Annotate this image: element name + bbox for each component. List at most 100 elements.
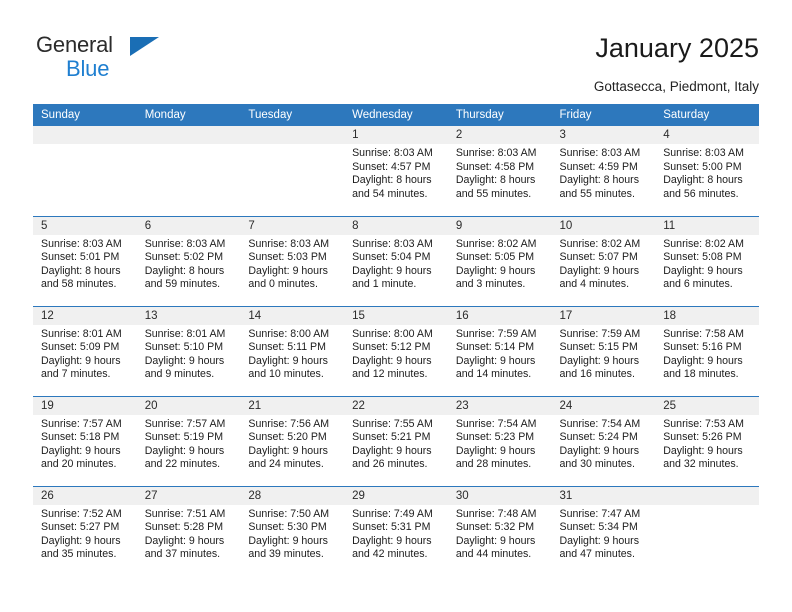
sunset-time: Sunset: 5:18 PM: [41, 431, 120, 444]
daylight-duration-line2: and 44 minutes.: [455, 548, 532, 561]
day-number: [33, 126, 137, 144]
sunrise-time: Sunrise: 7:59 AM: [455, 327, 537, 340]
calendar-day-cell[interactable]: 23 Sunrise: 7:54 AM Sunset: 5:23 PM Dayligh…: [447, 395, 552, 486]
sunset-time: Sunset: 5:07 PM: [559, 251, 638, 264]
day-number: 16: [447, 306, 552, 325]
calendar-day-cell[interactable]: 2 Sunrise: 8:03 AM Sunset: 4:58 PM Daylight…: [447, 126, 552, 216]
day-number: 14: [240, 306, 345, 325]
sunrise-time: Sunrise: 8:03 AM: [352, 237, 433, 250]
calendar-day-cell[interactable]: 21 Sunrise: 7:56 AM Sunset: 5:20 PM Dayligh…: [240, 395, 345, 486]
calendar-day-cell[interactable]: 28 Sunrise: 7:50 AM Sunset: 5:30 PM Dayligh…: [240, 485, 345, 576]
sunrise-time: Sunrise: 7:49 AM: [352, 507, 433, 520]
sunrise-time: Sunrise: 8:03 AM: [663, 147, 744, 159]
calendar-day-cell[interactable]: 18 Sunrise: 7:58 AM Sunset: 5:16 PM Dayligh…: [655, 305, 759, 396]
weekday-header-saturday: Saturday: [655, 104, 759, 126]
calendar-week-row: 1 Sunrise: 8:03 AM Sunset: 4:57 PM Daylight…: [33, 126, 759, 216]
daylight-duration-line1: Daylight: 9 hours: [663, 264, 743, 277]
calendar-day-cell[interactable]: 13 Sunrise: 8:01 AM Sunset: 5:10 PM Dayligh…: [136, 305, 241, 396]
sunrise-time: Sunrise: 7:56 AM: [248, 417, 330, 430]
day-number: 5: [33, 216, 137, 235]
daylight-duration-line1: Daylight: 9 hours: [559, 444, 640, 457]
day-details: Sunrise: 7:59 AM Sunset: 5:15 PM Daylight:…: [552, 325, 656, 382]
daylight-duration-line2: and 58 minutes.: [41, 278, 117, 291]
daylight-duration-line1: Daylight: 8 hours: [144, 264, 225, 277]
calendar-day-cell[interactable]: 7 Sunrise: 8:03 AM Sunset: 5:03 PM Daylight…: [240, 215, 345, 306]
daylight-duration-line2: and 0 minutes.: [248, 278, 318, 291]
calendar-day-cell[interactable]: 24 Sunrise: 7:54 AM Sunset: 5:24 PM Dayligh…: [551, 395, 656, 486]
daylight-duration-line1: Daylight: 9 hours: [352, 534, 432, 547]
daylight-duration-line1: Daylight: 9 hours: [248, 444, 328, 457]
daylight-duration-line2: and 28 minutes.: [455, 458, 532, 471]
daylight-duration-line2: and 55 minutes.: [559, 187, 635, 200]
daylight-duration-line1: Daylight: 9 hours: [559, 534, 640, 547]
day-number: 31: [551, 486, 656, 505]
calendar-day-cell[interactable]: 15 Sunrise: 8:00 AM Sunset: 5:12 PM Dayligh…: [344, 305, 448, 396]
day-number: 24: [551, 396, 656, 415]
calendar-day-cell[interactable]: 16 Sunrise: 7:59 AM Sunset: 5:14 PM Dayligh…: [447, 305, 552, 396]
logo-text-blue: Blue: [66, 56, 110, 81]
daylight-duration-line2: and 47 minutes.: [559, 548, 635, 561]
calendar-week-row: 5 Sunrise: 8:03 AM Sunset: 5:01 PM Daylight…: [33, 215, 759, 306]
calendar-day-cell[interactable]: 25 Sunrise: 7:53 AM Sunset: 5:26 PM Dayligh…: [655, 395, 759, 486]
daylight-duration-line1: Daylight: 9 hours: [559, 354, 640, 367]
day-details: Sunrise: 8:02 AM Sunset: 5:05 PM Daylight:…: [448, 235, 552, 292]
day-number: 25: [655, 396, 759, 415]
sunrise-time: Sunrise: 8:02 AM: [559, 237, 641, 250]
day-number: 9: [447, 216, 552, 235]
day-number: 10: [551, 216, 656, 235]
sunset-time: Sunset: 5:20 PM: [248, 431, 327, 444]
calendar-day-cell[interactable]: 30 Sunrise: 7:48 AM Sunset: 5:32 PM Dayligh…: [447, 485, 552, 576]
calendar-day-cell[interactable]: 6 Sunrise: 8:03 AM Sunset: 5:02 PM Daylight…: [136, 215, 241, 306]
calendar-day-cell[interactable]: 31 Sunrise: 7:47 AM Sunset: 5:34 PM Dayligh…: [551, 485, 656, 576]
calendar-day-cell[interactable]: 17 Sunrise: 7:59 AM Sunset: 5:15 PM Dayligh…: [551, 305, 656, 396]
sunset-time: Sunset: 4:57 PM: [352, 160, 431, 173]
day-details: Sunrise: 8:03 AM Sunset: 4:58 PM Daylight:…: [448, 144, 552, 201]
day-details: Sunrise: 7:54 AM Sunset: 5:23 PM Daylight:…: [448, 415, 552, 472]
daylight-duration-line1: Daylight: 9 hours: [455, 354, 536, 367]
daylight-duration-line2: and 6 minutes.: [663, 278, 733, 291]
day-details: Sunrise: 8:03 AM Sunset: 5:03 PM Daylight:…: [240, 235, 344, 292]
daylight-duration-line1: Daylight: 8 hours: [559, 174, 640, 187]
daylight-duration-line1: Daylight: 9 hours: [455, 534, 536, 547]
calendar-day-cell[interactable]: 19 Sunrise: 7:57 AM Sunset: 5:18 PM Dayligh…: [33, 395, 137, 486]
daylight-duration-line2: and 12 minutes.: [352, 368, 428, 381]
calendar-day-cell[interactable]: 12 Sunrise: 8:01 AM Sunset: 5:09 PM Dayligh…: [33, 305, 137, 396]
sunset-time: Sunset: 5:34 PM: [559, 521, 638, 534]
day-details: Sunrise: 8:03 AM Sunset: 5:04 PM Daylight:…: [344, 235, 448, 292]
sunrise-time: Sunrise: 8:00 AM: [248, 327, 330, 340]
day-details: Sunrise: 7:56 AM Sunset: 5:20 PM Daylight:…: [240, 415, 344, 472]
day-number: 1: [344, 126, 448, 144]
daylight-duration-line2: and 16 minutes.: [559, 368, 635, 381]
calendar-day-cell[interactable]: 3 Sunrise: 8:03 AM Sunset: 4:59 PM Daylight…: [551, 126, 656, 216]
daylight-duration-line1: Daylight: 8 hours: [352, 174, 432, 187]
daylight-duration-line1: Daylight: 9 hours: [559, 264, 640, 277]
calendar-day-cell[interactable]: 27 Sunrise: 7:51 AM Sunset: 5:28 PM Dayligh…: [136, 485, 241, 576]
calendar-day-cell[interactable]: 10 Sunrise: 8:02 AM Sunset: 5:07 PM Dayligh…: [551, 215, 656, 306]
day-number: 13: [136, 306, 241, 325]
day-details: Sunrise: 7:51 AM Sunset: 5:28 PM Daylight:…: [137, 505, 241, 562]
day-details: Sunrise: 8:03 AM Sunset: 5:01 PM Daylight:…: [33, 235, 137, 292]
calendar-day-cell[interactable]: 8 Sunrise: 8:03 AM Sunset: 5:04 PM Daylight…: [344, 215, 448, 306]
sunrise-time: Sunrise: 8:03 AM: [248, 237, 330, 250]
logo-text-general: General: [36, 32, 113, 57]
calendar-week-row: 12 Sunrise: 8:01 AM Sunset: 5:09 PM Dayligh…: [33, 305, 759, 396]
calendar-day-cell[interactable]: 26 Sunrise: 7:52 AM Sunset: 5:27 PM Dayligh…: [33, 485, 137, 576]
day-number: 28: [240, 486, 345, 505]
weekday-header-friday: Friday: [551, 104, 656, 126]
calendar-day-cell[interactable]: 5 Sunrise: 8:03 AM Sunset: 5:01 PM Daylight…: [33, 215, 137, 306]
calendar-day-cell[interactable]: 4 Sunrise: 8:03 AM Sunset: 5:00 PM Daylight…: [655, 126, 759, 216]
day-number: 6: [136, 216, 241, 235]
calendar-day-cell[interactable]: 22 Sunrise: 7:55 AM Sunset: 5:21 PM Dayligh…: [344, 395, 448, 486]
sunset-time: Sunset: 5:05 PM: [455, 251, 535, 264]
calendar-day-cell[interactable]: 1 Sunrise: 8:03 AM Sunset: 4:57 PM Daylight…: [344, 126, 448, 216]
general-blue-logo[interactable]: General Blue: [36, 34, 236, 90]
calendar-day-cell[interactable]: 29 Sunrise: 7:49 AM Sunset: 5:31 PM Dayligh…: [344, 485, 448, 576]
calendar-day-cell[interactable]: 9 Sunrise: 8:02 AM Sunset: 5:05 PM Daylight…: [447, 215, 552, 306]
day-details: Sunrise: 7:54 AM Sunset: 5:24 PM Daylight:…: [552, 415, 656, 472]
day-details: Sunrise: 8:00 AM Sunset: 5:12 PM Daylight:…: [344, 325, 448, 382]
calendar-day-cell[interactable]: 14 Sunrise: 8:00 AM Sunset: 5:11 PM Dayligh…: [240, 305, 345, 396]
calendar-day-cell[interactable]: 11 Sunrise: 8:02 AM Sunset: 5:08 PM Dayligh…: [655, 215, 759, 306]
calendar-day-cell[interactable]: 20 Sunrise: 7:57 AM Sunset: 5:19 PM Dayligh…: [136, 395, 241, 486]
sunrise-time: Sunrise: 8:03 AM: [455, 147, 537, 159]
sunrise-time: Sunrise: 7:59 AM: [559, 327, 641, 340]
